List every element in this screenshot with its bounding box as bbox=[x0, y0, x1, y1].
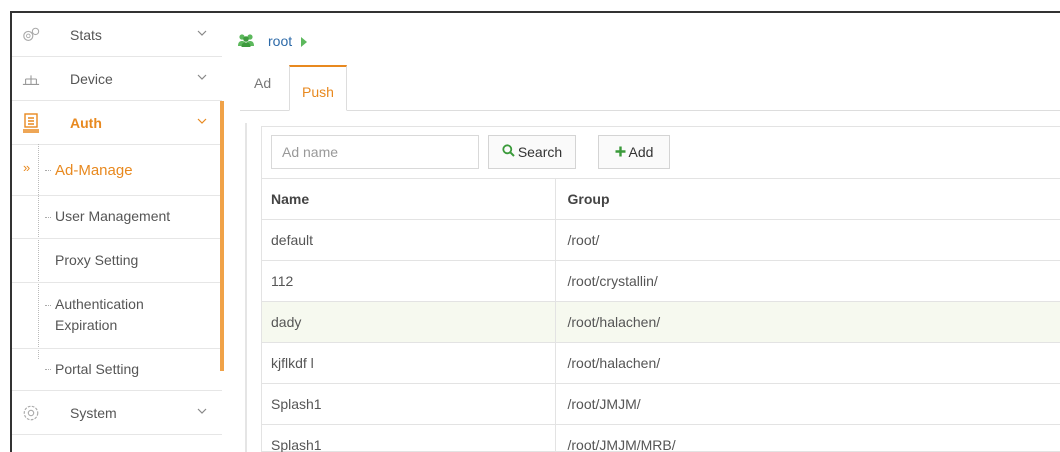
ad-table: Name Group default /root/ 112 /root/crys… bbox=[262, 178, 1060, 452]
main-content: root Ad Push Search Add bbox=[234, 13, 1060, 452]
device-network-icon bbox=[22, 70, 40, 88]
chevron-down-icon bbox=[197, 74, 207, 84]
sidebar: Stats Device Auth » Ad-Manage User Manag… bbox=[12, 13, 234, 452]
active-section-bar bbox=[220, 101, 224, 371]
cell-name: kjflkdf l bbox=[262, 342, 555, 384]
table-row-hovered[interactable]: dady /root/halachen/ bbox=[262, 301, 1060, 343]
table-row[interactable]: Splash1 /root/JMJM/MRB/ bbox=[262, 424, 1060, 452]
table-row[interactable]: Splash1 /root/JMJM/ bbox=[262, 383, 1060, 425]
table-row[interactable]: 112 /root/crystallin/ bbox=[262, 260, 1060, 302]
table-row[interactable]: default /root/ bbox=[262, 219, 1060, 261]
cell-group: /root/crystallin/ bbox=[554, 260, 1060, 302]
ad-list-panel: Search Add Name Group default bbox=[261, 126, 1060, 452]
sidebar-item-device[interactable]: Device bbox=[12, 57, 222, 101]
users-group-icon bbox=[237, 33, 255, 50]
sidebar-subitem-label: Proxy Setting bbox=[55, 252, 139, 268]
search-icon bbox=[502, 144, 515, 160]
chevron-down-icon bbox=[197, 408, 207, 418]
sidebar-subitem-authentication-expiration[interactable]: Authentication Expiration bbox=[12, 283, 222, 349]
sidebar-item-auth[interactable]: Auth bbox=[12, 101, 222, 145]
system-gear-icon bbox=[22, 404, 40, 422]
sidebar-item-system[interactable]: System bbox=[12, 391, 222, 435]
cell-group: /root/halachen/ bbox=[554, 342, 1060, 384]
sidebar-subitem-label: User Management bbox=[55, 208, 171, 224]
cell-group: /root/JMJM/MRB/ bbox=[554, 424, 1060, 452]
sidebar-item-label: Stats bbox=[70, 26, 102, 43]
sidebar-subitem-proxy-setting[interactable]: Proxy Setting bbox=[12, 239, 222, 283]
sidebar-subitem-user-management[interactable]: User Management bbox=[12, 196, 222, 239]
content-border bbox=[245, 123, 247, 452]
cell-group: /root/halachen/ bbox=[554, 301, 1060, 343]
plus-icon bbox=[615, 144, 626, 160]
auth-building-icon bbox=[22, 112, 40, 133]
tab-push[interactable]: Push bbox=[289, 65, 347, 111]
add-button[interactable]: Add bbox=[598, 135, 670, 169]
column-header-name[interactable]: Name bbox=[262, 178, 555, 220]
sidebar-subitem-label: Authentication Expiration bbox=[55, 296, 144, 333]
tab-ad[interactable]: Ad bbox=[254, 75, 271, 91]
cell-name: Splash1 bbox=[262, 383, 555, 425]
sidebar-item-label: Auth bbox=[70, 114, 102, 131]
cell-name: Splash1 bbox=[262, 424, 555, 452]
breadcrumb-root-link[interactable]: root bbox=[268, 33, 292, 49]
add-button-label: Add bbox=[628, 144, 654, 160]
column-header-group[interactable]: Group bbox=[554, 178, 1060, 220]
chevron-down-icon bbox=[197, 30, 207, 40]
breadcrumb-arrow-icon bbox=[301, 37, 307, 47]
table-row[interactable]: kjflkdf l /root/halachen/ bbox=[262, 342, 1060, 384]
active-arrow-icon: » bbox=[23, 160, 31, 175]
sidebar-subitem-portal-setting[interactable]: Portal Setting bbox=[12, 349, 222, 391]
cell-group: /root/ bbox=[554, 219, 1060, 261]
chevron-down-icon bbox=[197, 118, 207, 128]
cell-name: default bbox=[262, 219, 555, 261]
cell-name: dady bbox=[262, 301, 555, 343]
tabs-divider bbox=[240, 110, 1060, 111]
sidebar-item-stats[interactable]: Stats bbox=[12, 13, 222, 57]
search-button-label: Search bbox=[517, 144, 563, 160]
table-header-row: Name Group bbox=[262, 178, 1060, 220]
app-frame: Stats Device Auth » Ad-Manage User Manag… bbox=[10, 11, 1060, 452]
search-button[interactable]: Search bbox=[488, 135, 576, 169]
stats-gear-icon bbox=[22, 26, 40, 44]
sidebar-item-label: System bbox=[70, 404, 117, 421]
sidebar-subitem-label: Portal Setting bbox=[55, 361, 140, 377]
ad-name-search-input[interactable] bbox=[271, 135, 479, 169]
cell-group: /root/JMJM/ bbox=[554, 383, 1060, 425]
sidebar-item-label: Device bbox=[70, 70, 113, 87]
sidebar-subitem-ad-manage[interactable]: » Ad-Manage bbox=[12, 144, 222, 196]
sidebar-subitem-label: Ad-Manage bbox=[55, 162, 133, 179]
cell-name: 112 bbox=[262, 260, 555, 302]
